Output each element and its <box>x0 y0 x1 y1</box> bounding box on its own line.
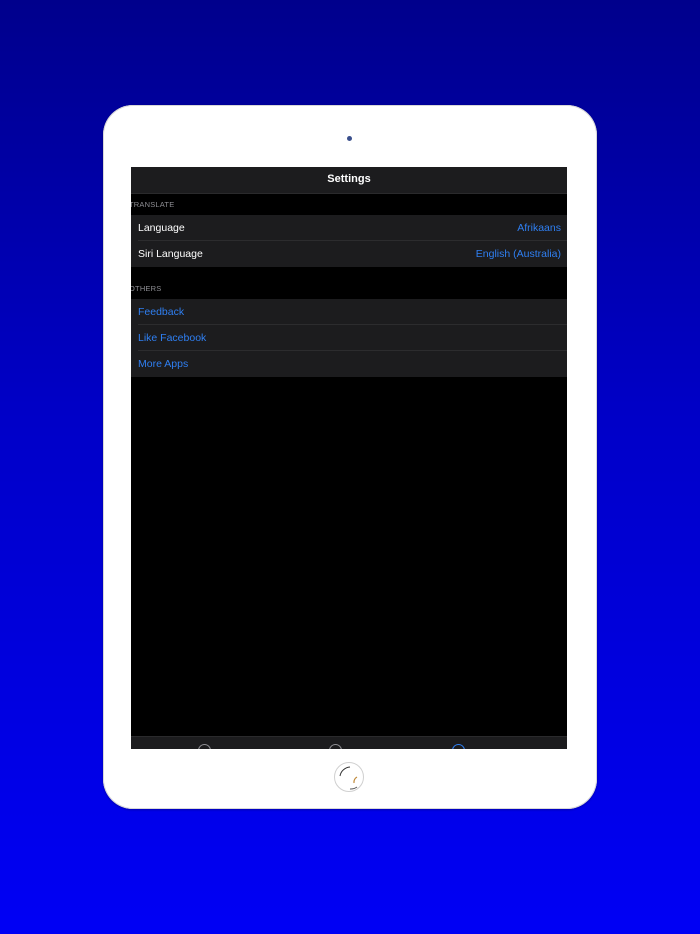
home-button[interactable] <box>334 762 364 792</box>
section-header-others: OTHERS <box>131 284 162 293</box>
feedback-row[interactable]: Feedback <box>131 299 567 325</box>
app-screen: Settings TRANSLATE Language Afrikaans Si… <box>131 167 567 749</box>
more-apps-row[interactable]: More Apps <box>131 351 567 377</box>
section-header-translate: TRANSLATE <box>131 200 175 209</box>
siri-language-row[interactable]: Siri Language English (Australia) <box>131 241 567 267</box>
camera-icon <box>347 136 352 141</box>
history-tab-icon[interactable] <box>329 744 342 749</box>
like-facebook-row[interactable]: Like Facebook <box>131 325 567 351</box>
language-value: Afrikaans <box>517 222 561 234</box>
siri-language-label: Siri Language <box>138 248 203 260</box>
tab-bar <box>131 736 567 749</box>
more-apps-label: More Apps <box>138 358 189 370</box>
translate-tab-icon[interactable] <box>198 744 211 749</box>
navigation-bar: Settings <box>131 167 567 194</box>
ipad-device-frame: Settings TRANSLATE Language Afrikaans Si… <box>103 105 597 809</box>
language-row[interactable]: Language Afrikaans <box>131 215 567 241</box>
feedback-label: Feedback <box>138 306 185 318</box>
siri-language-value: English (Australia) <box>475 248 561 260</box>
home-button-glyph-icon <box>339 766 358 790</box>
page-title: Settings <box>327 173 371 185</box>
language-label: Language <box>138 222 185 234</box>
like-facebook-label: Like Facebook <box>138 332 207 344</box>
settings-tab-icon[interactable] <box>452 744 465 749</box>
